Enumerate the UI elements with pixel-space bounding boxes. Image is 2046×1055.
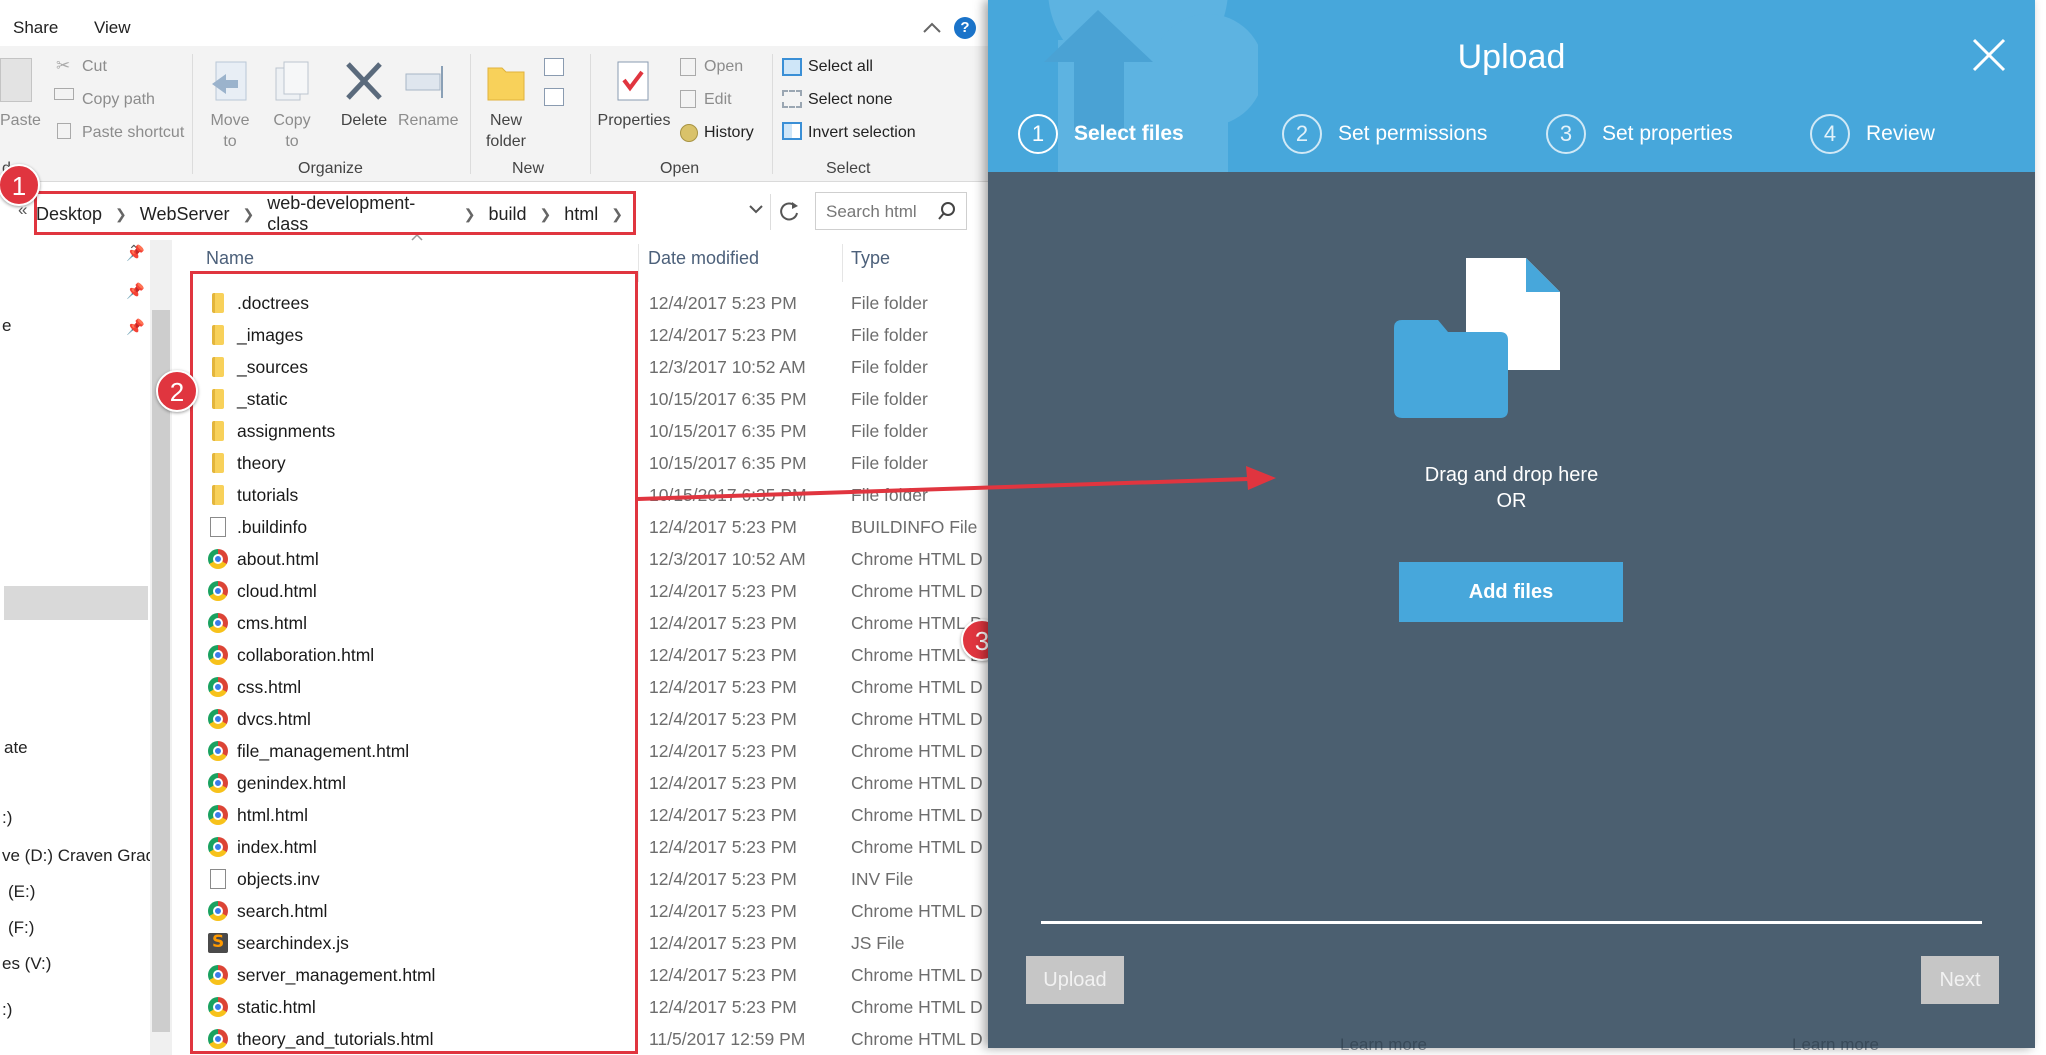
file-type: File folder bbox=[851, 421, 928, 441]
file-date-modified: 10/15/2017 6:35 PM bbox=[649, 421, 807, 441]
file-type: BUILDINFO File bbox=[851, 517, 978, 537]
file-date-modified: 12/4/2017 5:23 PM bbox=[649, 741, 797, 761]
file-date-modified: 11/5/2017 12:59 PM bbox=[649, 1029, 806, 1049]
file-type: Chrome HTML D bbox=[851, 1029, 983, 1049]
step-label: Set properties bbox=[1602, 122, 1733, 145]
upload-step-3[interactable]: 3 Set properties bbox=[1546, 112, 1733, 156]
file-type: Chrome HTML D bbox=[851, 677, 983, 697]
file-type: Chrome HTML D bbox=[851, 837, 983, 857]
step-label: Set permissions bbox=[1338, 122, 1488, 145]
file-date-modified: 12/4/2017 5:23 PM bbox=[649, 325, 797, 345]
add-files-button[interactable]: Add files bbox=[1399, 562, 1623, 622]
file-type: File folder bbox=[851, 389, 928, 409]
file-date-modified: 12/4/2017 5:23 PM bbox=[649, 837, 797, 857]
step-number-circle: 3 bbox=[1546, 114, 1586, 154]
file-type: Chrome HTML D bbox=[851, 741, 983, 761]
file-date-modified: 12/4/2017 5:23 PM bbox=[649, 581, 797, 601]
file-type: Chrome HTML D bbox=[851, 549, 983, 569]
annotation-badge-2: 2 bbox=[156, 370, 198, 412]
upload-steps: 1 Select files 2 Set permissions 3 Set proper… bbox=[988, 0, 2035, 172]
annotation-box-address bbox=[34, 191, 636, 235]
file-date-modified: 12/4/2017 5:23 PM bbox=[649, 645, 797, 665]
annotation-badge-1: 1 bbox=[0, 164, 40, 206]
file-type: Chrome HTML D bbox=[851, 965, 983, 985]
next-button[interactable]: Next bbox=[1921, 956, 1999, 1004]
file-type: JS File bbox=[851, 933, 905, 953]
file-type: File folder bbox=[851, 325, 928, 345]
drop-zone-line2: OR bbox=[1496, 490, 1527, 512]
upload-divider bbox=[1041, 921, 1982, 924]
file-date-modified: 12/4/2017 5:23 PM bbox=[649, 613, 797, 633]
learn-more-link[interactable]: Learn more bbox=[1340, 1035, 1427, 1055]
learn-more-link[interactable]: Learn more bbox=[1792, 1035, 1879, 1055]
file-date-modified: 12/4/2017 5:23 PM bbox=[649, 293, 797, 313]
file-type: Chrome HTML D bbox=[851, 709, 983, 729]
step-number-circle: 2 bbox=[1282, 114, 1322, 154]
drop-zone-line1: Drag and drop here bbox=[1424, 464, 1599, 486]
file-type: INV File bbox=[851, 869, 914, 889]
file-date-modified: 10/15/2017 6:35 PM bbox=[649, 389, 807, 409]
file-date-modified: 12/4/2017 5:23 PM bbox=[649, 901, 797, 921]
upload-step-1[interactable]: 1 Select files bbox=[1018, 112, 1184, 156]
file-date-modified: 12/4/2017 5:23 PM bbox=[649, 965, 797, 985]
file-date-modified: 12/3/2017 10:52 AM bbox=[649, 549, 806, 569]
drop-zone-text[interactable]: Drag and drop here OR bbox=[988, 462, 2035, 514]
file-type: File folder bbox=[851, 453, 928, 473]
file-date-modified: 12/4/2017 5:23 PM bbox=[649, 709, 797, 729]
file-type: File folder bbox=[851, 485, 928, 505]
file-date-modified: 12/4/2017 5:23 PM bbox=[649, 677, 797, 697]
file-type: Chrome HTML D bbox=[851, 901, 983, 921]
file-type: Chrome HTML D bbox=[851, 581, 983, 601]
step-label: Select files bbox=[1074, 122, 1184, 145]
annotation-box-files bbox=[190, 271, 638, 1054]
file-date-modified: 12/4/2017 5:23 PM bbox=[649, 773, 797, 793]
step-number-circle: 1 bbox=[1018, 114, 1058, 154]
file-date-modified: 12/4/2017 5:23 PM bbox=[649, 997, 797, 1017]
file-date-modified: 12/4/2017 5:23 PM bbox=[649, 933, 797, 953]
file-date-modified: 12/4/2017 5:23 PM bbox=[649, 869, 797, 889]
file-date-modified: 12/4/2017 5:23 PM bbox=[649, 805, 797, 825]
file-date-modified: 12/4/2017 5:23 PM bbox=[649, 517, 797, 537]
file-date-modified: 12/3/2017 10:52 AM bbox=[649, 357, 806, 377]
upload-step-2[interactable]: 2 Set permissions bbox=[1282, 112, 1487, 156]
upload-step-4[interactable]: 4 Review bbox=[1810, 112, 1935, 156]
upload-header: Upload 1 Select files 2 Set permissions 3 Set… bbox=[988, 0, 2035, 172]
file-type: Chrome HTML D bbox=[851, 997, 983, 1017]
file-type: File folder bbox=[851, 293, 928, 313]
file-type: Chrome HTML D bbox=[851, 805, 983, 825]
step-label: Review bbox=[1866, 122, 1935, 145]
step-number-circle: 4 bbox=[1810, 114, 1850, 154]
file-date-modified: 10/15/2017 6:35 PM bbox=[649, 485, 807, 505]
upload-button[interactable]: Upload bbox=[1026, 956, 1124, 1004]
file-type: Chrome HTML D bbox=[851, 773, 983, 793]
files-and-folder-icon bbox=[1394, 258, 1560, 418]
file-type: File folder bbox=[851, 357, 928, 377]
file-date-modified: 10/15/2017 6:35 PM bbox=[649, 453, 807, 473]
upload-dialog: Upload 1 Select files 2 Set permissions 3 Set… bbox=[988, 0, 2035, 1054]
